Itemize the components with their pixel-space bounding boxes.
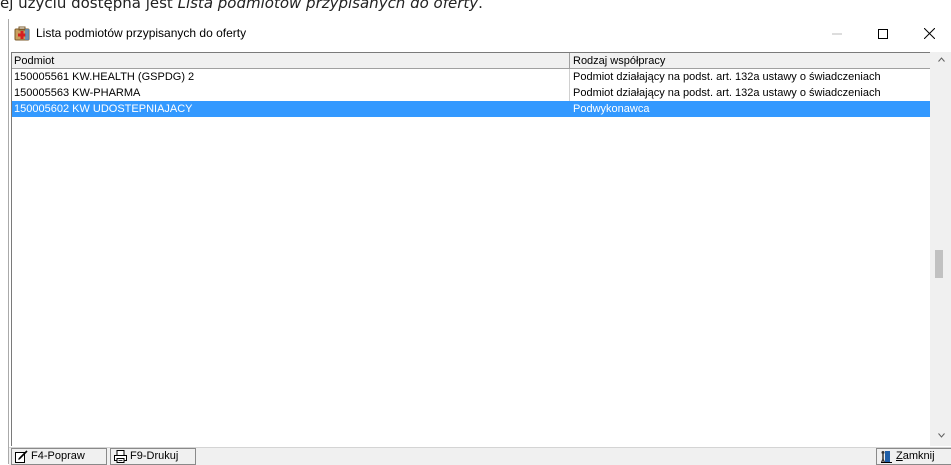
- scrollbar-thumb[interactable]: [935, 250, 943, 278]
- edit-icon: [15, 450, 28, 463]
- window-title: Lista podmiotów przypisanych do oferty: [36, 26, 247, 40]
- close-button-mnemonic: Z: [896, 450, 903, 462]
- chevron-up-icon: [937, 56, 945, 62]
- print-button[interactable]: F9-Drukuj: [110, 448, 196, 465]
- cell-podmiot: 150005561 KW.HEALTH (GSPDG) 2: [12, 69, 570, 85]
- column-header-podmiot[interactable]: Podmiot: [12, 53, 570, 69]
- medical-kit-icon: [14, 26, 30, 41]
- close-window-button[interactable]: [906, 19, 951, 48]
- column-header-rodzaj-wspolpracy[interactable]: Rodzaj współpracy: [570, 53, 930, 69]
- table-row[interactable]: 150005561 KW.HEALTH (GSPDG) 2 Podmiot dz…: [12, 69, 930, 85]
- scroll-up-button[interactable]: [934, 52, 948, 66]
- vertical-scrollbar[interactable]: [930, 52, 951, 446]
- document-text-italic: Lista podmiotów przypisanych do oferty: [177, 0, 479, 12]
- close-button[interactable]: Zamknij: [876, 448, 951, 465]
- maximize-icon: [878, 28, 888, 39]
- document-text-line: ej użyciu dostępna jest Lista podmiotów …: [0, 0, 951, 13]
- maximize-button[interactable]: [860, 19, 906, 48]
- chevron-down-icon: [937, 432, 945, 438]
- cell-rodzaj: Podwykonawca: [573, 103, 650, 115]
- minimize-icon: [832, 33, 842, 34]
- dialog-window: Lista podmiotów przypisanych do oferty P…: [8, 19, 951, 465]
- edit-button-label: F4-Popraw: [31, 450, 85, 462]
- document-text-suffix: .: [478, 0, 483, 12]
- entities-table[interactable]: Podmiot Rodzaj współpracy 150005561 KW.H…: [11, 52, 930, 446]
- minimize-button[interactable]: [814, 19, 860, 48]
- exit-door-icon: [880, 451, 892, 463]
- printer-icon: [114, 450, 127, 463]
- close-icon: [923, 28, 935, 39]
- cell-rodzaj: Podmiot działający na podst. art. 132a u…: [573, 71, 881, 83]
- table-row[interactable]: 150005563 KW-PHARMA Podmiot działający n…: [12, 85, 930, 101]
- document-text-prefix: ej użyciu dostępna jest: [0, 0, 178, 12]
- scroll-down-button[interactable]: [934, 428, 948, 442]
- edit-button[interactable]: F4-Popraw: [11, 448, 107, 465]
- close-button-label-rest: amknij: [902, 450, 935, 462]
- button-bar: F4-Popraw F9-Drukuj Zamknij: [9, 447, 951, 465]
- cell-podmiot: 150005563 KW-PHARMA: [12, 85, 570, 101]
- title-bar[interactable]: Lista podmiotów przypisanych do oferty: [9, 19, 951, 48]
- table-row-selected[interactable]: 150005602 KW UDOSTEPNIAJACY Podwykonawca: [12, 101, 930, 117]
- cell-podmiot: 150005602 KW UDOSTEPNIAJACY: [12, 101, 570, 117]
- cell-rodzaj: Podmiot działający na podst. art. 132a u…: [573, 87, 881, 99]
- close-button-label: Zamknij: [896, 449, 935, 464]
- print-button-label: F9-Drukuj: [130, 450, 179, 462]
